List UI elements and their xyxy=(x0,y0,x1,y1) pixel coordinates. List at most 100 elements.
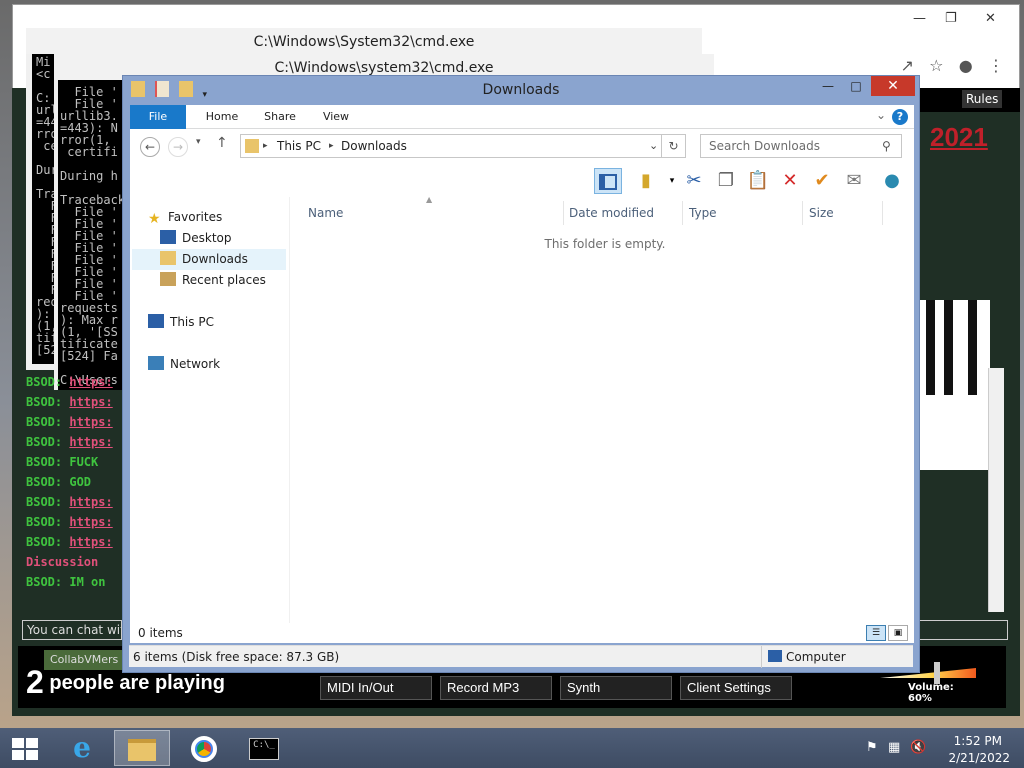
explorer-maximize-button[interactable]: □ xyxy=(843,76,869,96)
menu-kebab-icon[interactable]: ⋮ xyxy=(988,56,1004,75)
nav-network[interactable]: Network xyxy=(148,354,220,375)
chat-link[interactable]: https: xyxy=(69,375,112,389)
action-center-flag-icon[interactable]: ⚑ xyxy=(866,740,878,755)
globe-icon[interactable]: ● xyxy=(878,168,906,194)
tab-share[interactable]: Share xyxy=(252,105,308,129)
chat-link[interactable]: https: xyxy=(69,435,112,449)
clock-date[interactable]: 2/21/2022 xyxy=(948,751,1010,765)
chat-username[interactable]: BSOD: xyxy=(26,575,69,589)
details-view-icon[interactable]: ☰ xyxy=(866,625,886,641)
large-icons-view-icon[interactable]: ▣ xyxy=(888,625,908,641)
network-status-icon[interactable]: ▦ xyxy=(888,740,900,755)
command-prompt-icon[interactable]: C:\_ xyxy=(236,730,292,766)
chat-username[interactable]: BSOD: xyxy=(26,535,69,549)
bookmark-star-icon[interactable]: ☆ xyxy=(929,56,943,75)
share-icon[interactable]: ↗ xyxy=(900,56,913,75)
browser-minimize-button[interactable]: — xyxy=(913,11,926,26)
explorer-minimize-button[interactable]: — xyxy=(815,76,841,96)
chat-input[interactable]: You can chat wit xyxy=(22,620,122,640)
column-size[interactable]: Size xyxy=(803,201,883,225)
explorer-titlebar[interactable]: ▾ Downloads — □ ✕ xyxy=(123,76,919,104)
year-heading[interactable]: 2021 xyxy=(930,122,988,153)
browser-maximize-button[interactable]: ❐ xyxy=(945,11,957,26)
back-button[interactable]: ← xyxy=(140,137,160,157)
piano-black-key[interactable] xyxy=(944,300,953,395)
preview-pane-icon[interactable] xyxy=(594,168,622,194)
address-dropdown-icon[interactable]: ⌄ xyxy=(649,135,658,157)
search-input[interactable]: Search Downloads xyxy=(700,134,902,158)
chat-input-right[interactable] xyxy=(916,620,1008,640)
nav-this-pc[interactable]: This PC xyxy=(148,312,214,333)
nav-favorites[interactable]: ★ Favorites xyxy=(148,207,222,228)
page-scrollbar[interactable] xyxy=(988,368,1004,612)
nav-network-label: Network xyxy=(170,357,221,371)
rules-button[interactable]: Rules xyxy=(962,90,1003,108)
piano-black-key[interactable] xyxy=(968,300,977,395)
cut-icon[interactable]: ✂ xyxy=(680,168,708,194)
clock-time[interactable]: 1:52 PM xyxy=(954,734,1002,748)
internet-explorer-icon[interactable]: e xyxy=(54,730,110,766)
midi-in-out-button[interactable]: MIDI In/Out xyxy=(320,676,432,700)
recent-locations-icon[interactable]: ▾ xyxy=(196,137,201,147)
tab-file[interactable]: File xyxy=(130,105,186,129)
nav-favorites-label: Favorites xyxy=(168,210,223,224)
cmd-window-back-title[interactable]: C:\Windows\System32\cmd.exe xyxy=(26,28,702,54)
ribbon-expand-icon[interactable]: ⌄ xyxy=(876,108,886,122)
column-name[interactable]: Name xyxy=(302,201,564,225)
rename-check-icon[interactable]: ✔ xyxy=(808,168,836,194)
volume-slider-knob[interactable] xyxy=(934,662,940,684)
chat-message: BSOD: https: xyxy=(22,532,122,552)
volume-muted-icon[interactable]: 🔇 xyxy=(910,740,926,755)
chat-link[interactable]: https: xyxy=(69,415,112,429)
piano-black-key[interactable] xyxy=(926,300,935,395)
chat-link[interactable]: https: xyxy=(69,395,112,409)
breadcrumb-downloads[interactable]: Downloads xyxy=(341,135,407,157)
chat-username[interactable]: BSOD: xyxy=(26,495,69,509)
chat-link[interactable]: https: xyxy=(69,495,112,509)
nav-desktop[interactable]: Desktop xyxy=(160,228,232,249)
breadcrumb-chevron-icon[interactable]: ▸ xyxy=(263,135,268,157)
record-mp3-button[interactable]: Record MP3 xyxy=(440,676,552,700)
address-box[interactable]: ▸ This PC ▸ Downloads ⌄ xyxy=(240,134,662,158)
chat-username[interactable]: BSOD: xyxy=(26,415,69,429)
copy-icon[interactable]: ❐ xyxy=(712,168,740,194)
chat-username[interactable]: BSOD: xyxy=(26,395,69,409)
chat-username[interactable]: BSOD: xyxy=(26,375,69,389)
chat-link[interactable]: https: xyxy=(69,535,112,549)
browser-close-button[interactable]: ✕ xyxy=(985,11,996,26)
chat-message: BSOD: https: xyxy=(22,392,122,412)
chat-username[interactable]: BSOD: xyxy=(26,475,69,489)
chrome-icon[interactable] xyxy=(176,730,232,766)
delete-icon[interactable]: ✕ xyxy=(776,168,804,194)
help-icon[interactable]: ? xyxy=(892,109,908,125)
refresh-icon[interactable]: ↻ xyxy=(662,134,686,158)
forward-button[interactable]: → xyxy=(168,137,188,157)
chat-link[interactable]: https: xyxy=(69,515,112,529)
piano-keyboard[interactable] xyxy=(920,300,990,470)
explorer-close-button[interactable]: ✕ xyxy=(871,76,915,96)
column-date-modified[interactable]: Date modified xyxy=(563,201,683,225)
file-explorer-icon[interactable] xyxy=(114,730,170,766)
tab-view[interactable]: View xyxy=(308,105,364,129)
nav-downloads[interactable]: Downloads xyxy=(132,249,286,270)
details-bar: 6 items (Disk free space: 87.3 GB) Compu… xyxy=(129,645,913,668)
properties-icon[interactable]: ▮ xyxy=(632,168,660,194)
chat-message: BSOD: https: xyxy=(22,432,122,452)
chat-username[interactable]: BSOD: xyxy=(26,435,69,449)
chat-username[interactable]: BSOD: xyxy=(26,455,69,469)
profile-icon[interactable]: ● xyxy=(959,56,973,75)
explorer-title: Downloads xyxy=(482,82,560,98)
up-arrow-icon[interactable]: ↑ xyxy=(216,135,228,151)
chat-username[interactable]: BSOD: xyxy=(26,515,69,529)
start-button[interactable] xyxy=(12,738,38,760)
client-settings-button[interactable]: Client Settings xyxy=(680,676,792,700)
chat-message: BSOD: GOD xyxy=(22,472,122,492)
paste-icon[interactable]: 📋 xyxy=(744,168,772,194)
tab-home[interactable]: Home xyxy=(194,105,250,129)
breadcrumb-chevron-icon[interactable]: ▸ xyxy=(329,135,334,157)
nav-recent-places[interactable]: Recent places xyxy=(160,270,266,291)
synth-button[interactable]: Synth xyxy=(560,676,672,700)
column-type[interactable]: Type xyxy=(683,201,803,225)
breadcrumb-this-pc[interactable]: This PC xyxy=(277,135,321,157)
email-icon[interactable]: ✉ xyxy=(840,168,868,194)
